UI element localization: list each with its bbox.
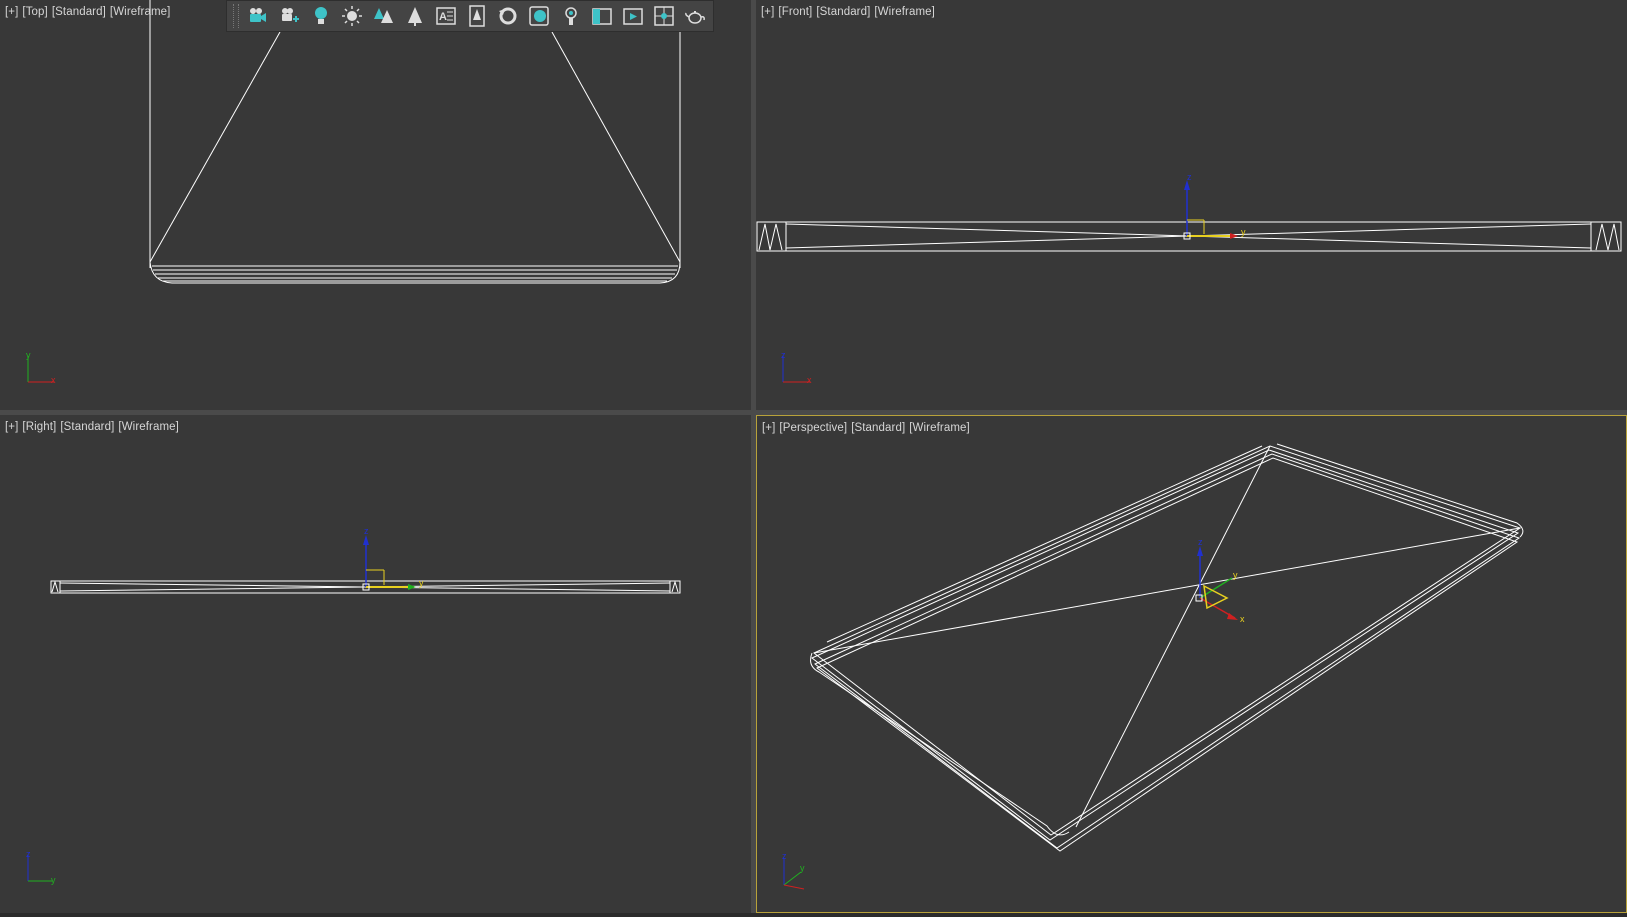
render-frame-icon[interactable] (526, 2, 553, 30)
svg-text:A: A (439, 11, 447, 23)
point-light-icon[interactable] (557, 2, 584, 30)
viewport-plus-menu[interactable]: [+] (762, 422, 775, 434)
axis-y-label: y (26, 350, 31, 360)
viewport-plus-menu[interactable]: [+] (761, 6, 774, 18)
display-mode-menu[interactable]: [Wireframe] (118, 421, 179, 433)
trees-icon[interactable] (370, 2, 397, 30)
camera-icon[interactable] (245, 2, 272, 30)
shading-menu[interactable]: [Standard] (52, 6, 106, 18)
status-strip (0, 913, 1627, 917)
shading-menu[interactable]: [Standard] (60, 421, 114, 433)
tree-panel-icon[interactable] (463, 2, 490, 30)
viewport-label-perspective[interactable]: [+] [Perspective] [Standard] [Wireframe] (762, 422, 974, 434)
display-mode-menu[interactable]: [Wireframe] (874, 6, 935, 18)
viewport-panel-icon[interactable] (588, 2, 615, 30)
axis-x-label: x (807, 375, 812, 385)
display-mode-menu[interactable]: [Wireframe] (909, 422, 970, 434)
axis-triad-perspective: z y (782, 851, 805, 890)
axis-z-label: z (26, 849, 31, 859)
view-type-menu[interactable]: [Top] (22, 6, 47, 18)
viewport-plus-menu[interactable]: [+] (5, 421, 18, 433)
axis-triad-right: z y (26, 849, 56, 885)
view-type-menu[interactable]: [Perspective] (779, 422, 847, 434)
shading-menu[interactable]: [Standard] (816, 6, 870, 18)
toolbar-grip[interactable] (233, 4, 239, 28)
text-panel-icon[interactable]: A (432, 2, 459, 30)
axis-triad-front: z x (781, 350, 812, 385)
viewport-label-front[interactable]: [+] [Front] [Standard] [Wireframe] (761, 6, 939, 18)
axis-z-label: z (781, 350, 786, 360)
viewport-right[interactable]: z y z y [+] [Right] [Standard] [Wireframe] (0, 415, 751, 913)
light-bulb-icon[interactable] (307, 2, 334, 30)
axis-y-label: y (51, 875, 56, 885)
tree-icon[interactable] (401, 2, 428, 30)
view-type-menu[interactable]: [Front] (778, 6, 812, 18)
axis-z-label: z (782, 851, 787, 861)
viewport-top[interactable]: y x [+] [Top] [Standard] [Wireframe] (0, 0, 751, 410)
viewport-perspective[interactable]: z y x z y [+] [Perspective] [Standard] [Wir… (756, 415, 1627, 913)
view-type-menu[interactable]: [Right] (22, 421, 56, 433)
rotate-icon[interactable] (495, 2, 522, 30)
axis-y-label: y (800, 863, 805, 873)
shading-menu[interactable]: [Standard] (851, 422, 905, 434)
camera-target-icon[interactable] (276, 2, 303, 30)
teapot-icon[interactable] (682, 2, 709, 30)
safe-frame-icon[interactable] (651, 2, 678, 30)
create-toolbar[interactable]: A (226, 0, 714, 32)
viewport-label-right[interactable]: [+] [Right] [Standard] [Wireframe] (5, 421, 183, 433)
viewport-label-top[interactable]: [+] [Top] [Standard] [Wireframe] (5, 6, 174, 18)
viewport-plus-menu[interactable]: [+] (5, 6, 18, 18)
sun-light-icon[interactable] (339, 2, 366, 30)
display-mode-menu[interactable]: [Wireframe] (110, 6, 171, 18)
axis-triad-top: y x (26, 350, 56, 385)
render-window-icon[interactable] (619, 2, 646, 30)
viewport-front[interactable]: z y z x [+] [Front] [Standard] [Wireframe] (756, 0, 1627, 410)
axis-x-label: x (51, 375, 56, 385)
